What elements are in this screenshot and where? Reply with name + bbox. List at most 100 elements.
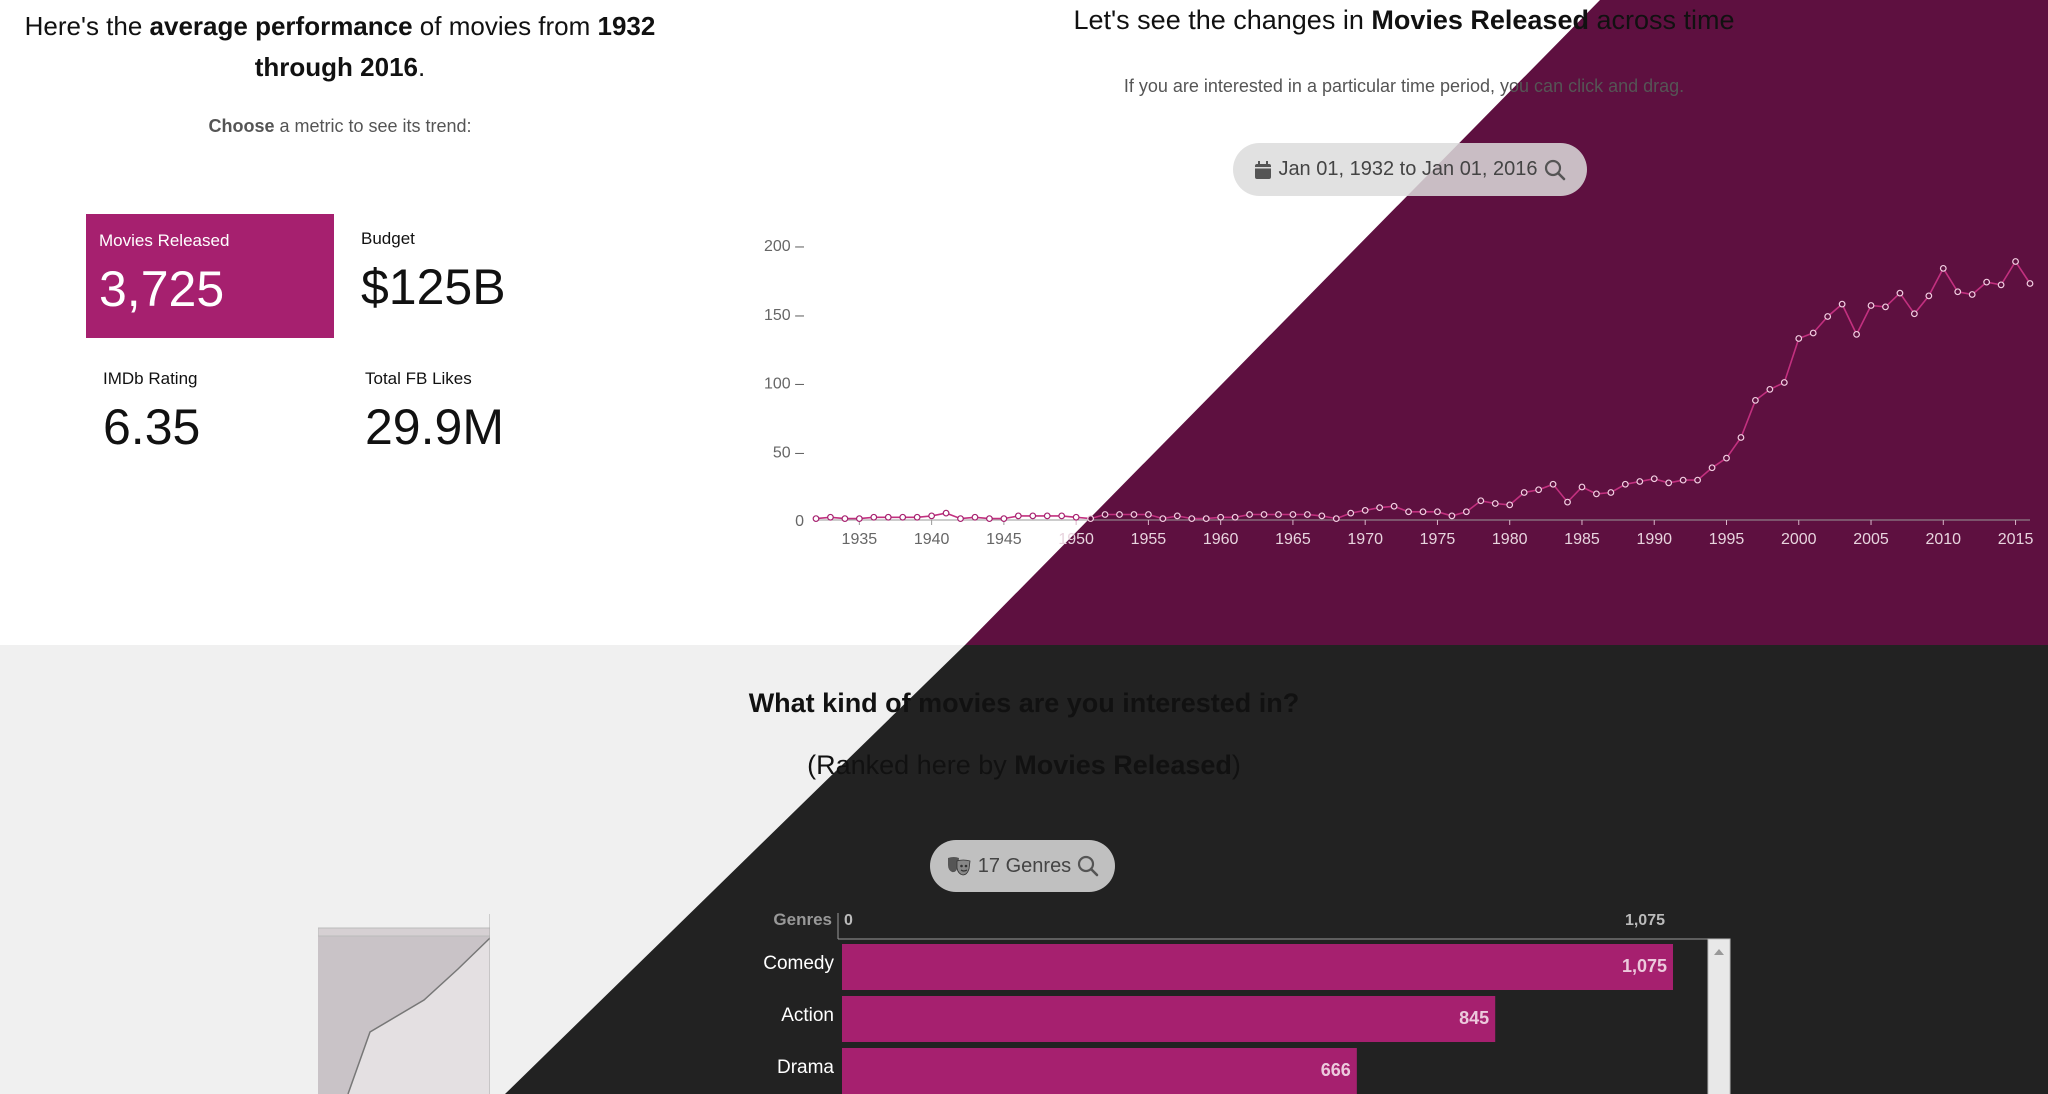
data-point[interactable] (1058, 512, 1066, 520)
data-point[interactable] (1390, 502, 1398, 510)
data-point[interactable] (1318, 512, 1326, 520)
data-point[interactable] (1882, 303, 1889, 311)
data-point[interactable] (1520, 489, 1528, 496)
data-point[interactable] (1853, 330, 1860, 338)
data-point[interactable] (1275, 511, 1282, 518)
data-point[interactable] (1405, 508, 1412, 516)
metric-card-imdb-rating[interactable]: IMDb Rating 6.35 (90, 354, 338, 478)
genre-row-label[interactable]: Action (781, 1005, 834, 1026)
data-point[interactable] (913, 513, 921, 521)
data-point[interactable] (1780, 379, 1788, 386)
genre-bar[interactable] (842, 944, 1673, 990)
data-point[interactable] (1289, 511, 1297, 518)
genre-filter-button[interactable]: 17 Genres (930, 840, 1115, 892)
genre-overview-minimap[interactable] (318, 912, 490, 1094)
data-point[interactable] (1983, 278, 1991, 286)
data-point[interactable] (884, 513, 892, 521)
data-point[interactable] (2012, 258, 2019, 265)
data-point[interactable] (1217, 513, 1225, 521)
data-point[interactable] (1072, 513, 1080, 521)
data-point[interactable] (899, 513, 907, 521)
data-point[interactable] (1043, 512, 1051, 520)
data-point[interactable] (1564, 498, 1571, 506)
genre-bar[interactable] (842, 996, 1496, 1042)
metric-card-total-fb-likes[interactable]: Total FB Likes 29.9M (352, 354, 600, 478)
genre-row-label[interactable]: Drama (777, 1057, 834, 1078)
data-point[interactable] (1766, 385, 1774, 393)
data-point[interactable] (1246, 511, 1253, 518)
data-point[interactable] (1173, 512, 1181, 520)
metric-card-movies-released[interactable]: Movies Released 3,725 (86, 214, 334, 338)
data-point[interactable] (1260, 511, 1268, 518)
data-point[interactable] (1593, 490, 1600, 498)
data-point[interactable] (1347, 509, 1355, 517)
data-point[interactable] (1000, 515, 1008, 523)
data-point[interactable] (1665, 479, 1673, 487)
data-point[interactable] (1303, 511, 1311, 518)
data-point[interactable] (1419, 508, 1427, 516)
data-point[interactable] (1361, 506, 1369, 514)
data-point[interactable] (1231, 513, 1239, 521)
data-point[interactable] (1694, 476, 1701, 484)
genre-bar[interactable] (842, 1048, 1357, 1094)
data-point[interactable] (1621, 480, 1629, 488)
data-point[interactable] (1636, 478, 1644, 485)
data-point[interactable] (1650, 475, 1658, 483)
data-point[interactable] (928, 512, 936, 520)
data-point[interactable] (1752, 396, 1759, 404)
data-point[interactable] (827, 513, 834, 521)
data-point[interactable] (1867, 302, 1875, 309)
data-point[interactable] (870, 513, 878, 521)
genre-scrollbar[interactable] (1707, 938, 1731, 1094)
data-point[interactable] (1130, 511, 1138, 518)
trend-line-chart[interactable]: 0 50 – 100 – 150 – 200 – 1935 1940 1945 1950 1955… (760, 220, 2048, 560)
data-point[interactable] (1838, 300, 1846, 308)
data-point[interactable] (1535, 486, 1543, 494)
data-point[interactable] (812, 515, 820, 523)
data-point[interactable] (2026, 280, 2034, 287)
data-point[interactable] (841, 515, 849, 523)
date-range-picker[interactable]: Jan 01, 1932 to Jan 01, 2016 (1233, 143, 1587, 196)
data-point[interactable] (1824, 313, 1832, 320)
data-point[interactable] (1116, 511, 1123, 518)
data-point[interactable] (1607, 489, 1615, 496)
data-point[interactable] (1477, 497, 1485, 505)
genre-bar-chart[interactable]: Genres 0 1,075 Comedy 1,075 Action 845 Drama… (740, 905, 1740, 1094)
data-point[interactable] (1332, 515, 1340, 523)
data-point[interactable] (1159, 515, 1167, 523)
data-point[interactable] (1708, 464, 1716, 472)
data-point[interactable] (1925, 292, 1933, 300)
data-point[interactable] (1795, 335, 1803, 342)
data-point[interactable] (1968, 291, 1976, 298)
data-point[interactable] (1029, 512, 1037, 520)
data-point[interactable] (971, 513, 979, 521)
data-point[interactable] (1448, 512, 1456, 520)
metric-card-budget[interactable]: Budget $125B (348, 214, 596, 338)
data-point[interactable] (1549, 480, 1557, 488)
data-point[interactable] (1679, 476, 1687, 484)
data-point[interactable] (986, 515, 993, 523)
data-point[interactable] (1145, 511, 1152, 518)
data-point[interactable] (1506, 501, 1514, 509)
genre-row-label[interactable]: Comedy (763, 953, 834, 974)
data-point[interactable] (1997, 281, 2005, 289)
data-point[interactable] (1014, 512, 1022, 520)
data-point[interactable] (1491, 500, 1499, 507)
data-point[interactable] (1910, 310, 1918, 318)
data-point[interactable] (1376, 504, 1384, 512)
data-point[interactable] (1188, 515, 1196, 523)
data-point[interactable] (1202, 515, 1210, 523)
data-point[interactable] (1737, 434, 1745, 441)
data-point[interactable] (1087, 515, 1094, 523)
data-point[interactable] (1896, 289, 1904, 297)
data-point[interactable] (957, 515, 964, 523)
data-point[interactable] (1723, 454, 1730, 462)
data-point[interactable] (855, 515, 863, 523)
data-point[interactable] (1578, 483, 1586, 491)
data-point[interactable] (1809, 329, 1817, 337)
data-point[interactable] (1462, 508, 1470, 516)
data-point[interactable] (1434, 508, 1441, 516)
data-point[interactable] (1954, 288, 1962, 296)
data-point[interactable] (1939, 264, 1947, 272)
data-point[interactable] (1101, 511, 1109, 518)
